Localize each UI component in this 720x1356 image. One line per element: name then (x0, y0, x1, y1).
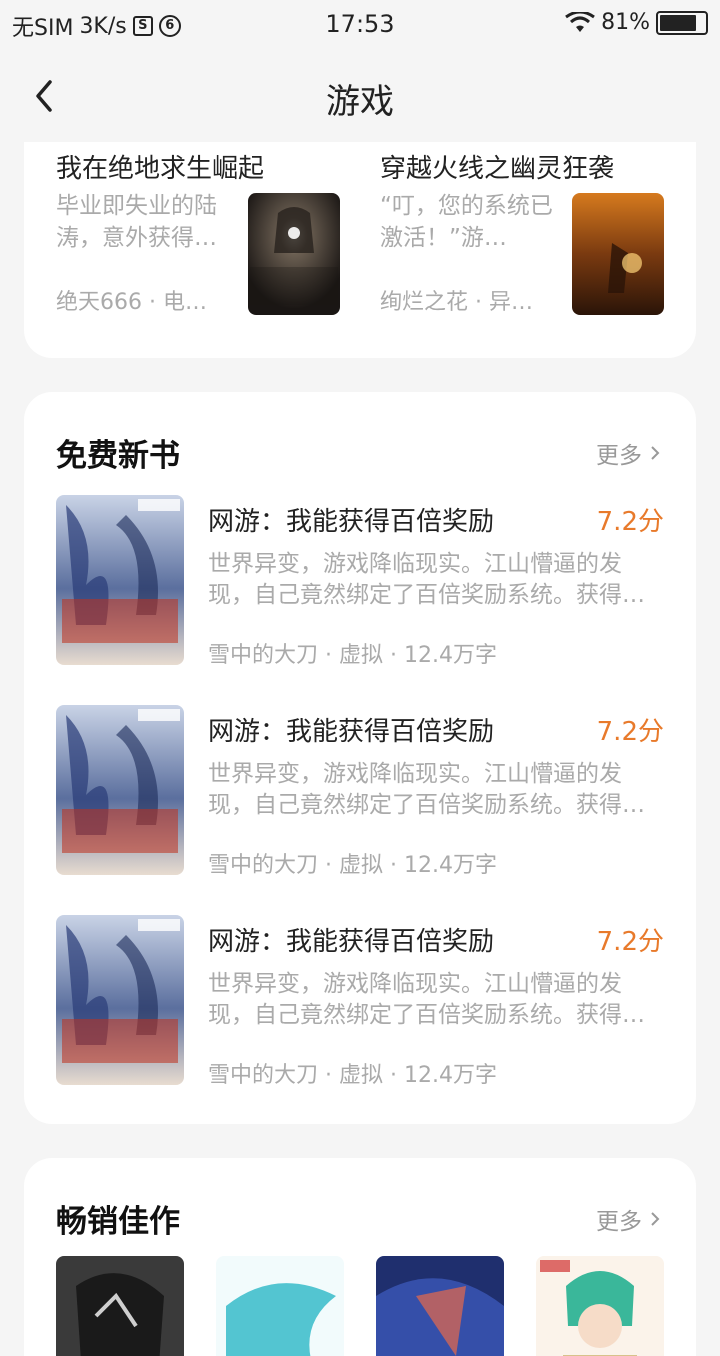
more-button[interactable]: 更多 (596, 436, 660, 470)
nav-header: 游戏 (0, 52, 720, 142)
page-title: 游戏 (326, 82, 394, 122)
book-desc: 世界异变，游戏降临现实。江山懵逼的发现，自己竟然绑定了百倍奖励系统。获得… (208, 551, 645, 608)
battery-percent: 81% (601, 10, 650, 35)
more-label: 更多 (596, 443, 642, 469)
book-title: 网游：我能获得百倍奖励 (208, 927, 495, 957)
free-new-books-section: 免费新书 更多 网游：我能获得百倍奖励 7.2分 世界异变，游戏降临现实。江山懵… (24, 392, 696, 1124)
book-score: 7.2分 (596, 717, 664, 747)
book-cover[interactable] (56, 705, 184, 875)
book-row[interactable]: 网游：我能获得百倍奖励 7.2分 世界异变，游戏降临现实。江山懵逼的发现，自己竟… (56, 915, 664, 1088)
section-title: 畅销佳作 (56, 1204, 180, 1240)
more-label: 更多 (596, 1209, 642, 1235)
bestseller-cover-4[interactable] (536, 1256, 664, 1356)
bestseller-cover-2[interactable] (216, 1256, 344, 1356)
book-desc: 世界异变，游戏降临现实。江山懵逼的发现，自己竟然绑定了百倍奖励系统。获得… (208, 971, 645, 1028)
book-title: 我在绝地求生崛起 (56, 154, 265, 184)
battery-icon (656, 10, 708, 35)
book-cover[interactable] (56, 915, 184, 1085)
book-title: 网游：我能获得百倍奖励 (208, 717, 495, 747)
bestseller-cover-1[interactable] (56, 1256, 184, 1356)
chevron-right-icon (651, 446, 660, 460)
recommend-card: 我在绝地求生崛起 毕业即失业的陆涛，意外获得… 绝天666 · 电… 穿越火线之… (24, 142, 696, 358)
book-meta: 雪中的大刀 · 虚拟 · 12.4万字 (208, 643, 497, 668)
book-cover[interactable] (572, 193, 664, 315)
book-cover[interactable] (56, 495, 184, 665)
book-score: 7.2分 (596, 927, 664, 957)
book-desc: 世界异变，游戏降临现实。江山懵逼的发现，自己竟然绑定了百倍奖励系统。获得… (208, 761, 645, 818)
status-bar: 无SIM 3K/s S 6 17:53 81% (0, 0, 720, 52)
book-score: 7.2分 (596, 507, 664, 537)
book-meta: 雪中的大刀 · 虚拟 · 12.4万字 (208, 853, 497, 878)
more-button[interactable]: 更多 (596, 1202, 660, 1236)
book-meta: 绚烂之花 · 异… (380, 290, 533, 315)
battery-level (660, 14, 696, 31)
pair-book-2[interactable]: 穿越火线之幽灵狂袭 “叮，您的系统已激活！”游… 绚烂之花 · 异… (380, 142, 680, 342)
book-title: 穿越火线之幽灵狂袭 (380, 154, 615, 184)
book-row[interactable]: 网游：我能获得百倍奖励 7.2分 世界异变，游戏降临现实。江山懵逼的发现，自己竟… (56, 705, 664, 878)
book-desc: 毕业即失业的陆涛，意外获得… (56, 193, 217, 251)
pair-book-1[interactable]: 我在绝地求生崛起 毕业即失业的陆涛，意外获得… 绝天666 · 电… (56, 142, 356, 342)
section-title: 免费新书 (56, 438, 180, 474)
chevron-right-icon (651, 1212, 660, 1226)
bestseller-cover-3[interactable] (376, 1256, 504, 1356)
book-desc: “叮，您的系统已激活！”游… (380, 193, 553, 251)
book-row[interactable]: 网游：我能获得百倍奖励 7.2分 世界异变，游戏降临现实。江山懵逼的发现，自己竟… (56, 495, 664, 668)
book-meta: 绝天666 · 电… (56, 290, 207, 315)
bestsellers-section: 畅销佳作 更多 (24, 1158, 696, 1356)
book-meta: 雪中的大刀 · 虚拟 · 12.4万字 (208, 1063, 497, 1088)
wifi-icon (565, 11, 595, 32)
book-cover[interactable] (248, 193, 340, 315)
book-title: 网游：我能获得百倍奖励 (208, 507, 495, 537)
status-right: 81% (565, 10, 708, 35)
